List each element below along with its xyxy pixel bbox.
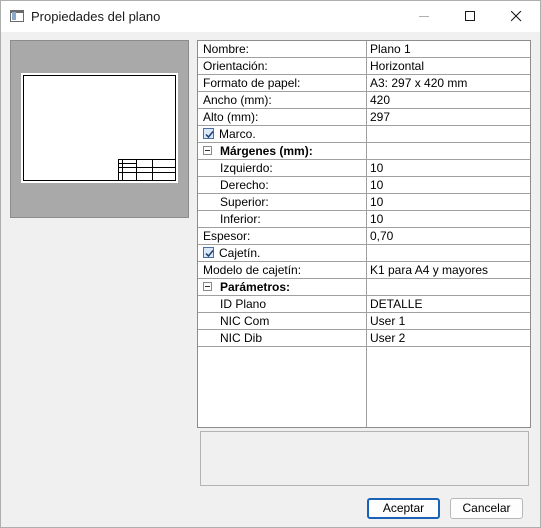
grid-row[interactable]: Ancho (mm): 420 <box>198 92 530 109</box>
checkmark-icon <box>205 131 214 139</box>
grid-row[interactable]: Alto (mm): 297 <box>198 109 530 126</box>
property-value[interactable]: Horizontal <box>370 58 528 74</box>
grid-row[interactable]: ID Plano DETALLE <box>198 296 530 313</box>
property-value[interactable]: A3: 297 x 420 mm <box>370 75 528 91</box>
property-name: Espesor: <box>203 229 251 243</box>
property-name: Izquierdo: <box>220 161 273 175</box>
minimize-button[interactable] <box>401 1 447 32</box>
property-name: Márgenes (mm): <box>220 144 313 158</box>
property-name: Nombre: <box>203 42 250 56</box>
maximize-button[interactable] <box>447 1 493 32</box>
property-name: Marco. <box>219 127 256 141</box>
property-grid: Nombre: Plano 1 Orientación: Horizontal Form… <box>197 40 531 428</box>
grid-row[interactable]: Superior: 10 <box>198 194 530 211</box>
window-title: Propiedades del plano <box>31 9 161 24</box>
grid-row[interactable]: Inferior: 10 <box>198 211 530 228</box>
property-value[interactable]: K1 para A4 y mayores <box>370 262 528 278</box>
grid-row[interactable]: Izquierdo: 10 <box>198 160 530 177</box>
property-value[interactable] <box>370 126 528 142</box>
sheet-preview <box>10 40 189 218</box>
property-name: Inferior: <box>220 212 261 226</box>
grid-row[interactable]: Orientación: Horizontal <box>198 58 530 75</box>
property-name: NIC Dib <box>220 331 263 345</box>
property-name: Cajetín. <box>219 246 261 260</box>
property-name: Ancho (mm): <box>203 93 272 107</box>
grid-section-row[interactable]: Parámetros: <box>198 279 530 296</box>
property-name: Formato de papel: <box>203 76 301 90</box>
accept-button[interactable]: Aceptar <box>367 498 440 519</box>
grid-row[interactable]: Cajetín. <box>198 245 530 262</box>
property-value[interactable] <box>370 245 528 261</box>
window-icon <box>10 10 24 22</box>
property-value[interactable]: DETALLE <box>370 296 528 312</box>
property-name: Superior: <box>220 195 269 209</box>
property-value[interactable]: 10 <box>370 160 528 176</box>
collapse-icon[interactable] <box>203 282 212 291</box>
grid-row[interactable]: Nombre: Plano 1 <box>198 41 530 58</box>
close-icon <box>511 11 522 22</box>
property-value[interactable]: 10 <box>370 194 528 210</box>
sheet-thumbnail <box>21 73 178 183</box>
grid-row[interactable]: Formato de papel: A3: 297 x 420 mm <box>198 75 530 92</box>
close-button[interactable] <box>493 1 539 32</box>
property-value[interactable]: Plano 1 <box>370 41 528 57</box>
property-name: Derecho: <box>220 178 269 192</box>
property-value[interactable]: 10 <box>370 211 528 227</box>
grid-row[interactable]: NIC Com User 1 <box>198 313 530 330</box>
checkbox[interactable] <box>203 247 214 258</box>
property-value[interactable]: User 2 <box>370 330 528 346</box>
grid-section-row[interactable]: Márgenes (mm): <box>198 143 530 160</box>
property-name: Orientación: <box>203 59 268 73</box>
description-panel <box>200 431 529 486</box>
cancel-button[interactable]: Cancelar <box>450 498 523 519</box>
property-name: Alto (mm): <box>203 110 259 124</box>
property-value[interactable]: 420 <box>370 92 528 108</box>
property-name: Parámetros: <box>220 280 291 294</box>
property-value[interactable]: User 1 <box>370 313 528 329</box>
title-bar: Propiedades del plano <box>1 1 540 32</box>
property-value[interactable]: 297 <box>370 109 528 125</box>
property-name: ID Plano <box>220 297 267 311</box>
checkmark-icon <box>205 250 214 258</box>
sheet-frame-drawing <box>23 75 176 181</box>
maximize-icon <box>465 11 475 21</box>
property-value[interactable]: 10 <box>370 177 528 193</box>
grid-row[interactable]: Marco. <box>198 126 530 143</box>
property-name: Modelo de cajetín: <box>203 263 302 277</box>
minimize-icon <box>419 16 429 17</box>
property-value[interactable]: 0,70 <box>370 228 528 244</box>
property-name: NIC Com <box>220 314 270 328</box>
grid-row[interactable]: Espesor: 0,70 <box>198 228 530 245</box>
properties-dialog: Propiedades del plano Nombre: Plano 1 Or… <box>0 0 541 528</box>
grid-row[interactable]: Derecho: 10 <box>198 177 530 194</box>
grid-row[interactable]: NIC Dib User 2 <box>198 330 530 347</box>
checkbox[interactable] <box>203 128 214 139</box>
grid-row[interactable]: Modelo de cajetín: K1 para A4 y mayores <box>198 262 530 279</box>
collapse-icon[interactable] <box>203 146 212 155</box>
